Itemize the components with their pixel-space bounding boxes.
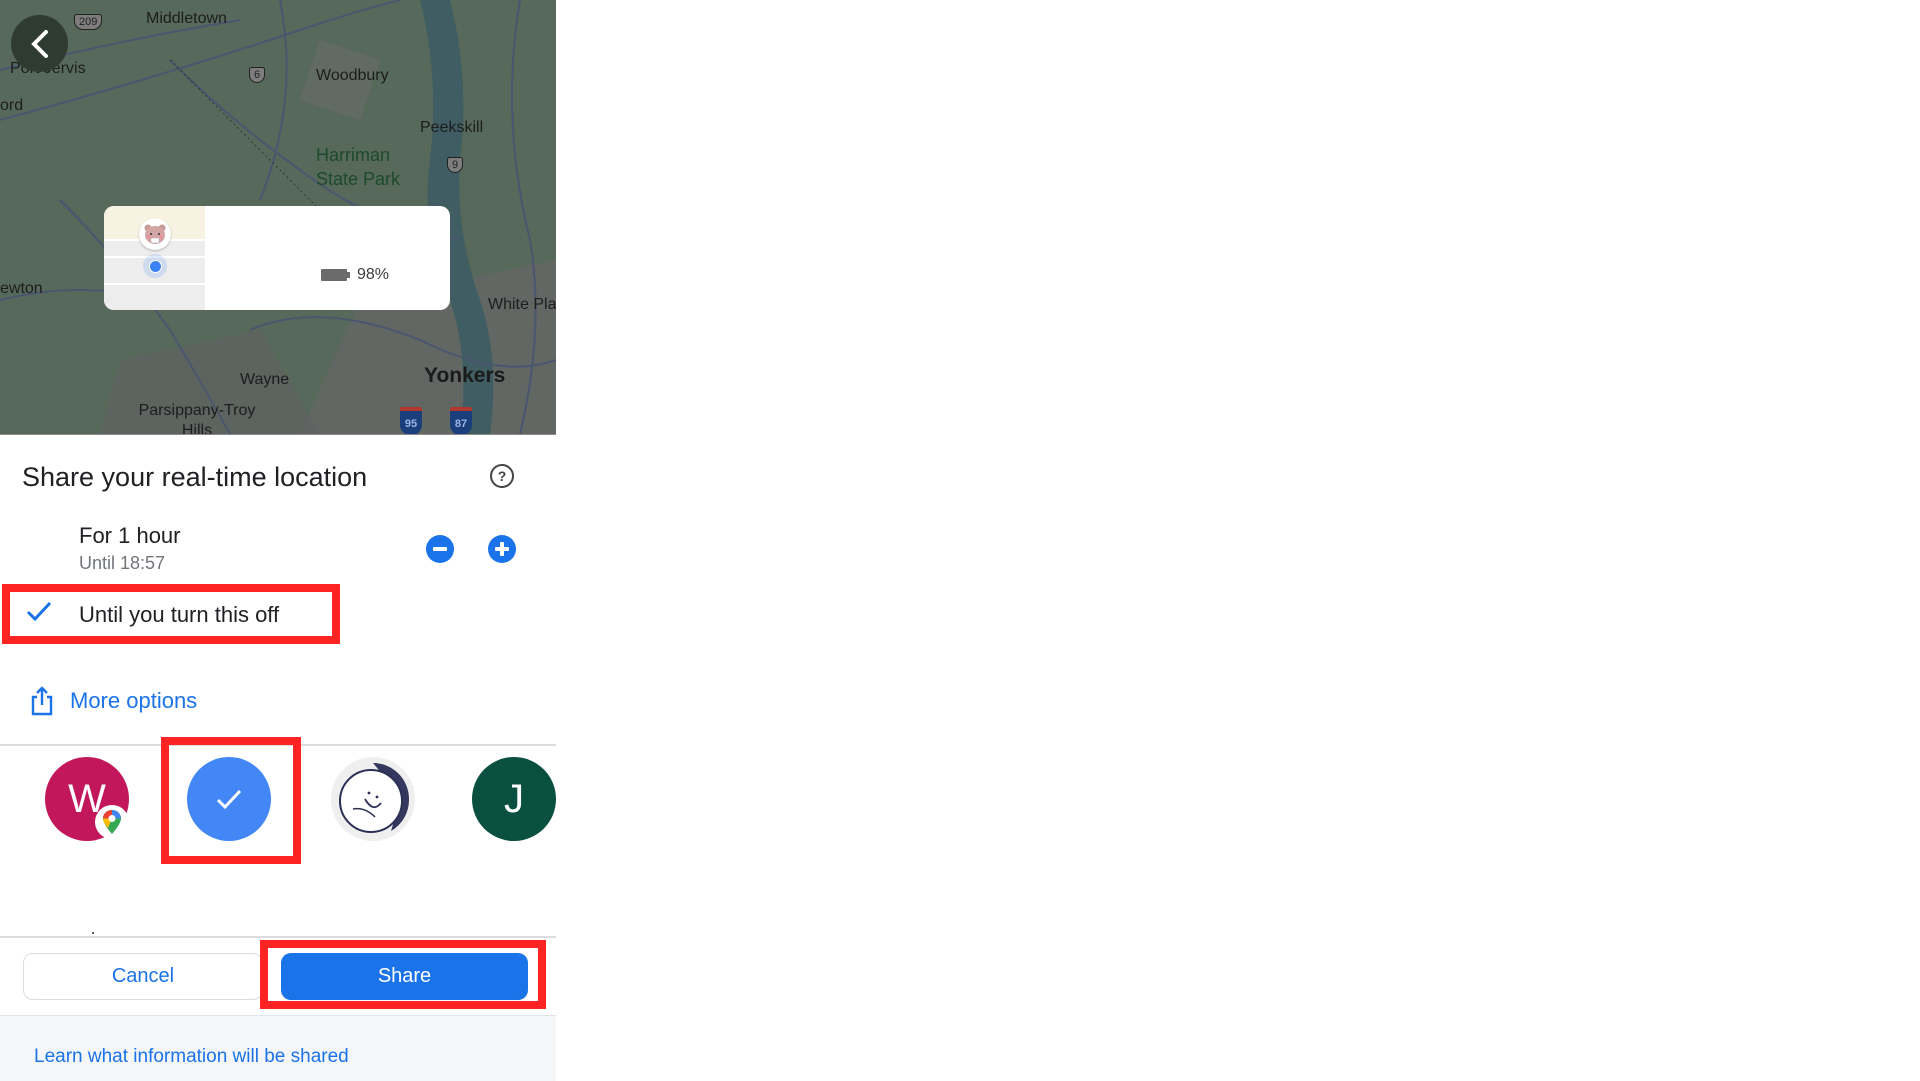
- interstate-shield-87: 87: [450, 407, 472, 434]
- mini-map: [104, 206, 205, 310]
- share-location-screen: Middletown Port Jervis ord Woodbury Peek…: [0, 0, 556, 1081]
- contact-avatar-j[interactable]: J: [472, 757, 556, 841]
- duration-label: For 1 hour: [79, 523, 181, 548]
- contact-avatar-drawing[interactable]: [331, 757, 415, 841]
- minus-circle-icon: [433, 547, 447, 551]
- sheet-title: Share your real-time location: [22, 462, 368, 492]
- footer: Learn what information will be shared: [0, 1015, 556, 1081]
- more-options-button[interactable]: More options: [30, 686, 197, 716]
- interstate-shield-95: 95: [400, 407, 422, 434]
- chevron-left-icon: [30, 29, 48, 58]
- duration-label: Until you turn this off: [79, 602, 280, 627]
- more-options-label: More options: [70, 688, 198, 713]
- drawn-face-avatar-icon: [335, 761, 411, 837]
- bear-avatar-icon: [144, 224, 166, 244]
- user-avatar-pin: [139, 218, 171, 250]
- back-button[interactable]: [11, 15, 68, 72]
- contacts-divider: [0, 744, 556, 746]
- location-card[interactable]: 98%: [104, 206, 450, 310]
- location-dot: [149, 260, 162, 273]
- duration-option-until-off[interactable]: Until you turn this off: [2, 584, 342, 642]
- avatar-initial: J: [504, 776, 524, 821]
- checkmark-icon: [216, 789, 242, 810]
- map-label-harriman-state-park: Harriman State Park: [316, 145, 401, 189]
- map-label-newton: ewton: [0, 280, 43, 297]
- map-label-woodbury: Woodbury: [316, 67, 389, 84]
- map-label-ord: ord: [0, 97, 24, 114]
- battery-icon: [321, 269, 350, 281]
- map-label-yonkers: Yonkers: [424, 364, 506, 387]
- contact-avatar-w[interactable]: W: [45, 757, 129, 841]
- map-label-peekskill: Peekskill: [420, 119, 484, 136]
- contact-avatar-selected[interactable]: [187, 757, 271, 841]
- google-maps-icon: [95, 805, 129, 839]
- route-shield-6: 6: [249, 67, 266, 83]
- map-label-parsippany: Parsippany-Troy Hills: [138, 402, 256, 435]
- learn-more-link[interactable]: Learn what information will be shared: [34, 1046, 349, 1068]
- help-circle-icon[interactable]: ?: [490, 464, 514, 488]
- increase-duration-button[interactable]: [488, 535, 516, 563]
- duration-until-time: Until 18:57: [79, 553, 166, 573]
- stray-dot: [92, 932, 94, 934]
- plus-vertical-bar: [500, 542, 504, 556]
- buttons-divider: [0, 936, 556, 938]
- decrease-duration-button[interactable]: [426, 535, 454, 563]
- route-shield-209: 209: [74, 14, 103, 30]
- map-label-white-plains: White Pla: [488, 296, 556, 313]
- map-label-wayne: Wayne: [240, 371, 290, 388]
- battery-percent: 98%: [357, 266, 390, 283]
- map-view[interactable]: Middletown Port Jervis ord Woodbury Peek…: [0, 0, 556, 435]
- checkmark-icon: [26, 601, 52, 621]
- share-button[interactable]: Share: [281, 953, 528, 1000]
- route-shield-9: 9: [447, 157, 464, 173]
- map-label-middletown: Middletown: [146, 10, 227, 27]
- cancel-button[interactable]: Cancel: [23, 953, 263, 1000]
- share-icon: [31, 686, 53, 716]
